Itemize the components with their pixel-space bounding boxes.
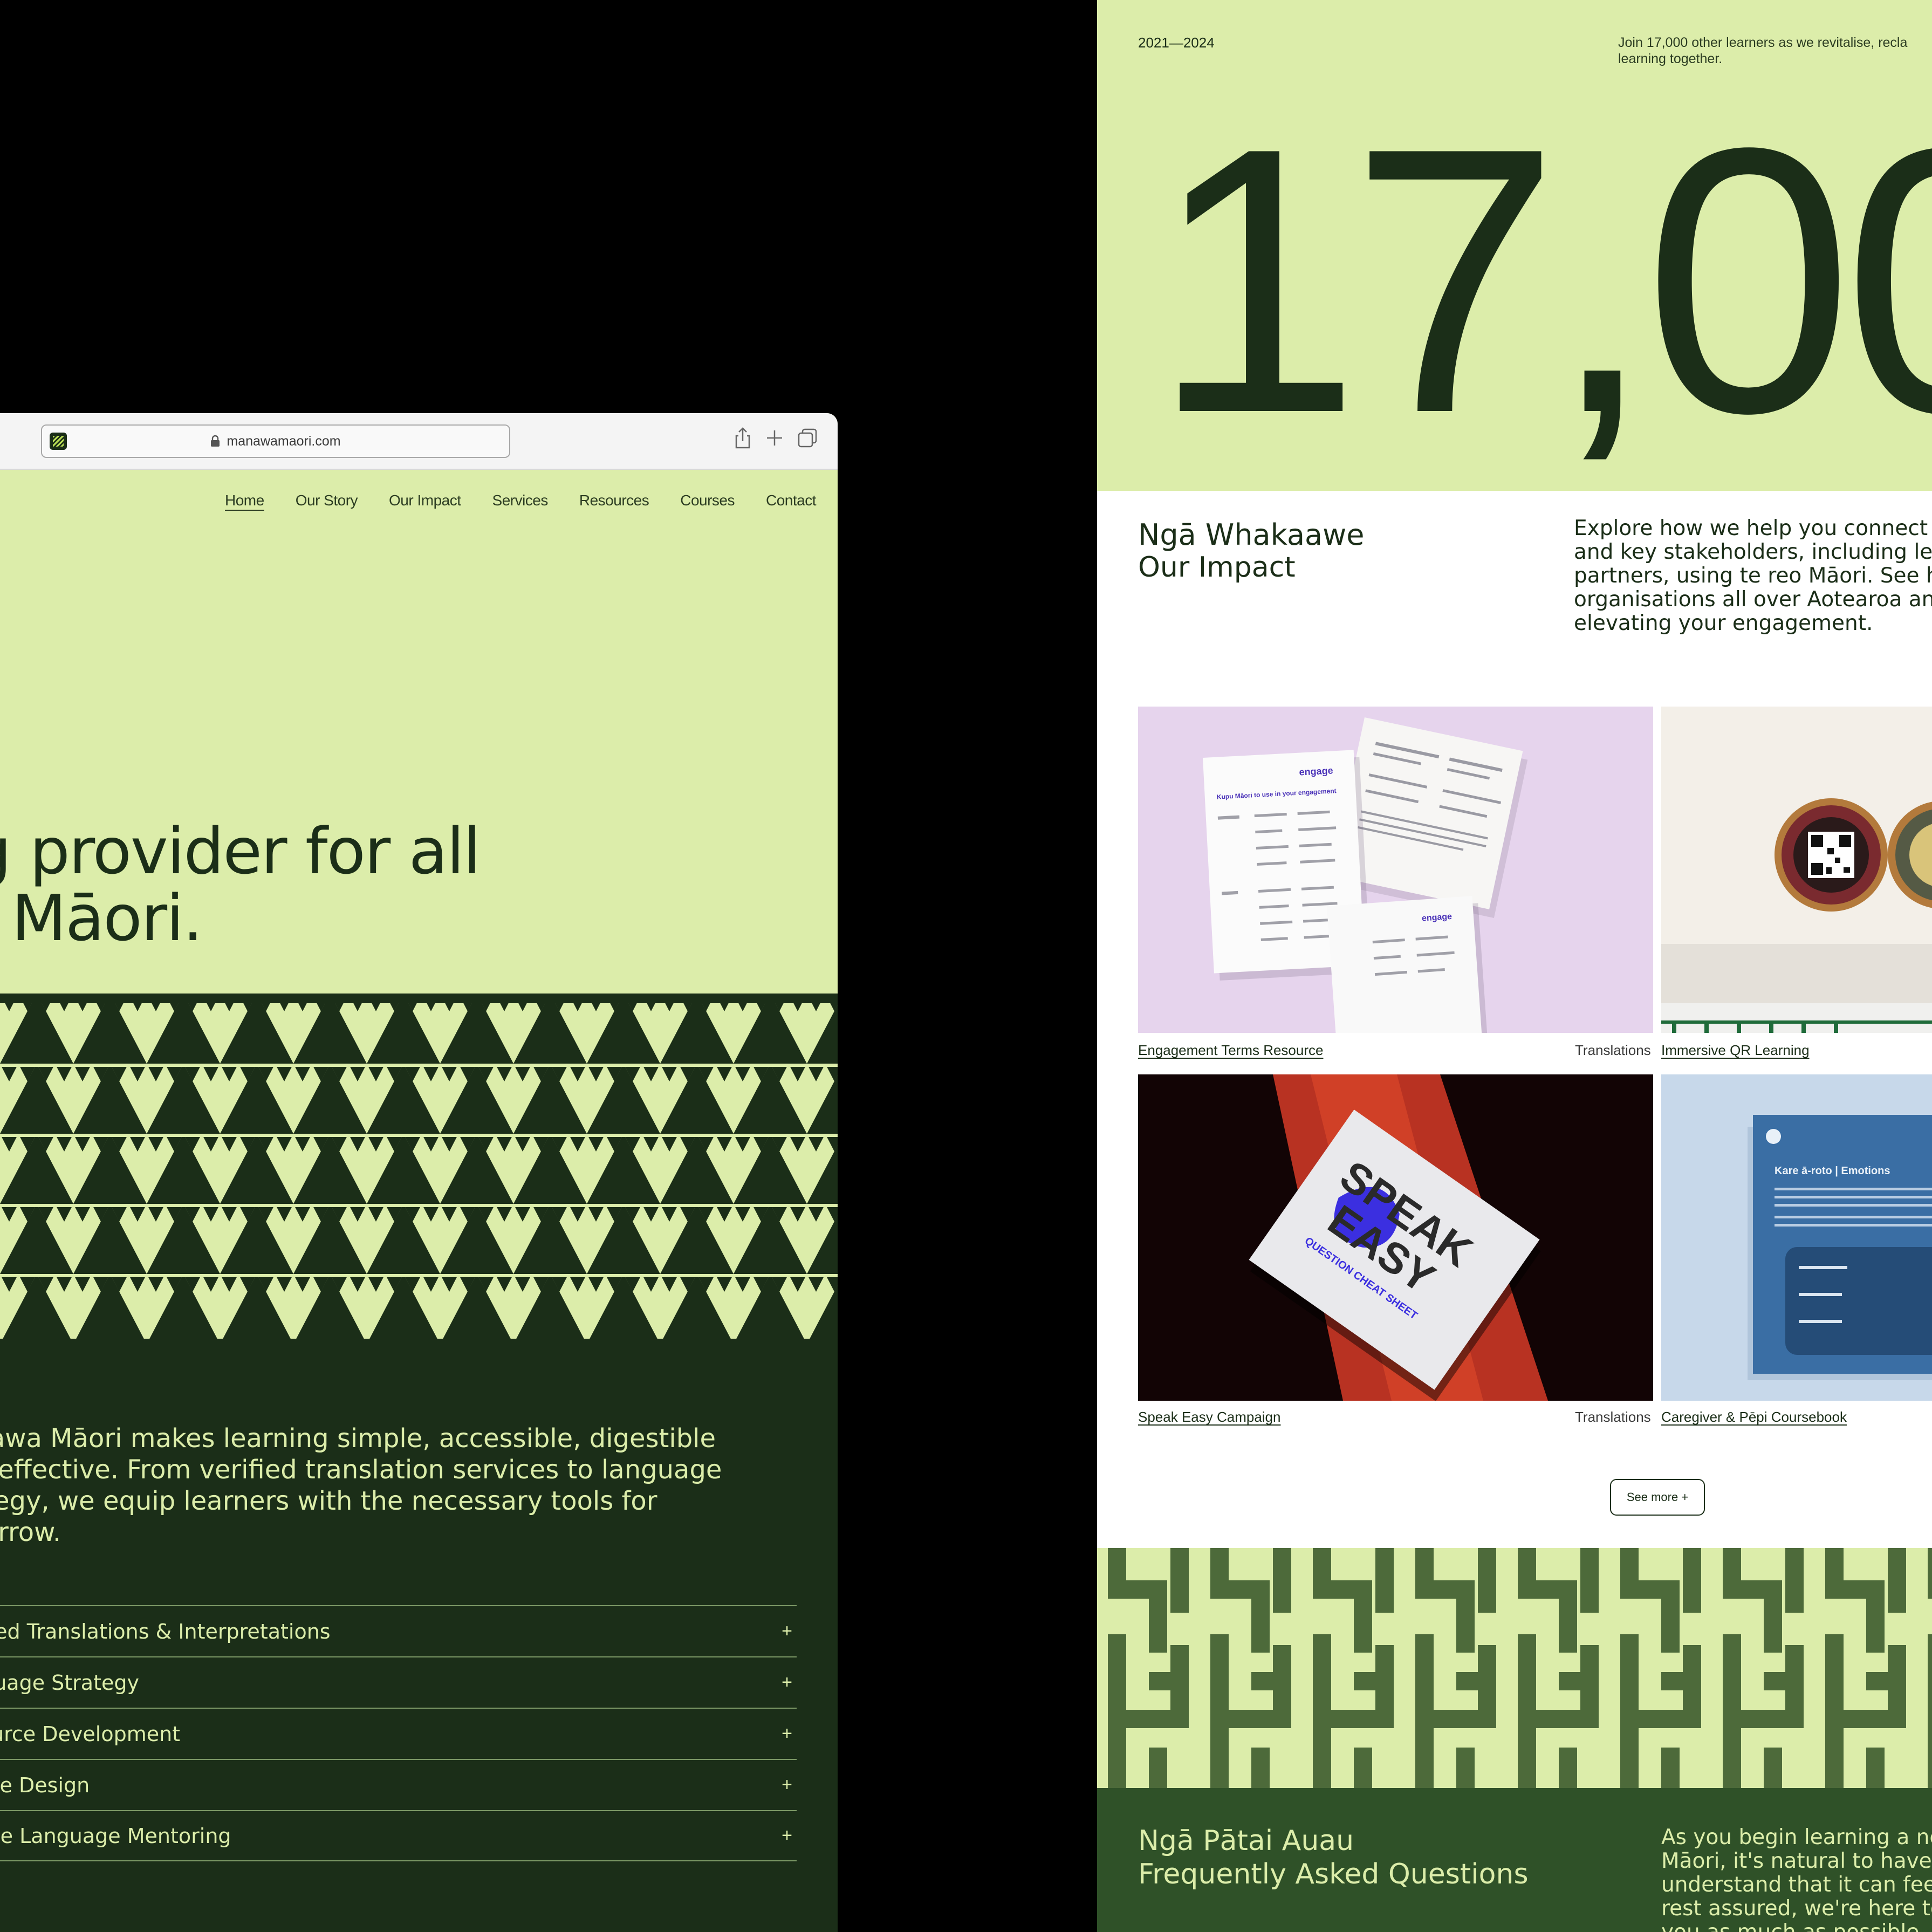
card-image-engagement-terms[interactable]: engage Kupu Māori to use in your engagem… <box>1138 707 1653 1033</box>
impact-desc-line: Explore how we help you connect aut <box>1574 516 1932 540</box>
impact-title-maori: Ngā Whakaawe <box>1138 518 1365 552</box>
nav-home[interactable]: Home <box>225 492 264 509</box>
card-title-link[interactable]: Immersive QR Learning <box>1661 1042 1810 1059</box>
year-range: 2021—2024 <box>1138 35 1215 51</box>
lock-icon <box>211 435 220 447</box>
intro-line: nd effective. From verified translation … <box>0 1455 722 1485</box>
service-label: urse Design <box>0 1773 90 1797</box>
see-more-button[interactable]: See more + <box>1610 1479 1705 1516</box>
nav-services[interactable]: Services <box>492 492 549 509</box>
service-label: source Development <box>0 1722 181 1746</box>
faq-desc-line: rest assured, we're here to s <box>1661 1896 1932 1921</box>
intro-line: rategy, we equip learners with the neces… <box>0 1486 657 1516</box>
card-image-speak-easy[interactable]: SPEAK EASY QUESTION CHEAT SHEET <box>1138 1074 1653 1401</box>
service-item-translations[interactable]: rified Translations & Interpretations + <box>0 1605 797 1656</box>
faq-description: As you begin learning a new Māori, it's … <box>1661 1826 1932 1932</box>
stat-blurb-line: Join 17,000 other learners as we revital… <box>1618 35 1908 50</box>
service-label: vate Language Mentoring <box>0 1824 231 1848</box>
coursebook-heading: Kare ā-roto | Emotions <box>1775 1165 1890 1177</box>
nav-our-impact[interactable]: Our Impact <box>389 492 461 509</box>
learner-stat-section: 2021—2024 Join 17,000 other learners as … <box>1097 0 1932 491</box>
tab-overview-icon[interactable] <box>796 426 819 450</box>
intro-line: morrow. <box>0 1517 61 1547</box>
service-label: rified Translations & Interpretations <box>0 1619 331 1643</box>
impact-description: Explore how we help you connect aut and … <box>1574 517 1932 635</box>
document-mockup-image: engage Kupu Māori to use in your engagem… <box>1138 707 1653 1033</box>
hero-line-1: ding provider for all <box>0 814 481 888</box>
address-bar[interactable]: manawamaori.com <box>41 424 510 458</box>
faq-desc-line: Māori, it's natural to have m <box>1661 1849 1932 1873</box>
card-title-link[interactable]: Caregiver & Pēpi Coursebook <box>1661 1409 1847 1426</box>
card-title-link[interactable]: Speak Easy Campaign <box>1138 1409 1280 1426</box>
plus-icon[interactable]: + <box>782 1825 797 1846</box>
share-icon[interactable] <box>731 426 755 450</box>
service-item-private-mentoring[interactable]: vate Language Mentoring + <box>0 1810 797 1861</box>
impact-desc-line: organisations all over Aotearoa and fi <box>1574 587 1932 612</box>
service-label: nguage Strategy <box>0 1670 139 1695</box>
nav-our-story[interactable]: Our Story <box>296 492 358 509</box>
service-item-course-design[interactable]: urse Design + <box>0 1759 797 1810</box>
url-text: manawamaori.com <box>227 433 341 449</box>
card-category: Translations <box>1575 1042 1651 1058</box>
browser-window: manawamaori.com Home Our Story Our Impac… <box>0 413 838 1932</box>
faq-desc-line: As you begin learning a new <box>1661 1825 1932 1849</box>
browser-toolbar: manawamaori.com <box>0 413 838 470</box>
faq-title-english: Frequently Asked Questions <box>1138 1858 1529 1890</box>
hero-headline: ding provider for all eo Māori. <box>0 818 739 951</box>
coursebook-photo: Kare ā-roto | Emotions <box>1661 1074 1932 1401</box>
impact-title-english: Our Impact <box>1138 551 1296 584</box>
services-accordion: rified Translations & Interpretations + … <box>0 1605 797 1861</box>
service-item-language-strategy[interactable]: nguage Strategy + <box>0 1656 797 1708</box>
stat-blurb-line: learning together. <box>1618 51 1723 66</box>
speak-easy-booklet-photo: SPEAK EASY QUESTION CHEAT SHEET <box>1138 1074 1653 1401</box>
triangle-pattern-band <box>0 994 838 1349</box>
stat-blurb: Join 17,000 other learners as we revital… <box>1618 35 1932 67</box>
maze-pattern-band <box>1097 1548 1932 1788</box>
card-image-coursebook[interactable]: Kare ā-roto | Emotions <box>1661 1074 1932 1401</box>
plus-icon[interactable]: + <box>782 1723 797 1744</box>
plus-icon[interactable]: + <box>782 1621 797 1642</box>
impact-desc-line: partners, using te reo Māori. See how <box>1574 564 1932 588</box>
faq-desc-line: you as much as possible. <box>1661 1921 1932 1932</box>
plus-icon[interactable]: + <box>782 1775 797 1796</box>
hero-line-2: eo Māori. <box>0 881 203 955</box>
faq-desc-line: understand that it can feel li <box>1661 1873 1932 1897</box>
impact-desc-line: elevating your engagement. <box>1574 611 1873 635</box>
nav-contact[interactable]: Contact <box>766 492 817 509</box>
impact-desc-line: and key stakeholders, including learn <box>1574 540 1932 564</box>
card-image-qr-learning[interactable] <box>1661 707 1932 1033</box>
card-category: Translations <box>1575 1409 1651 1425</box>
nav-courses[interactable]: Courses <box>680 492 735 509</box>
impact-section: Ngā Whakaawe Our Impact Explore how we h… <box>1097 491 1932 1548</box>
intro-line: anawa Māori makes learning simple, acces… <box>0 1423 716 1454</box>
nav-resources[interactable]: Resources <box>579 492 649 509</box>
new-tab-icon[interactable] <box>763 426 786 450</box>
service-item-resource-development[interactable]: source Development + <box>0 1708 797 1759</box>
faq-section: Ngā Pātai Auau Frequently Asked Question… <box>1097 1788 1932 1932</box>
plus-icon[interactable]: + <box>782 1672 797 1693</box>
intro-paragraph: anawa Māori makes learning simple, acces… <box>0 1423 766 1548</box>
engage-brand-text: engage <box>1299 765 1333 777</box>
impact-page-preview: 2021—2024 Join 17,000 other learners as … <box>1097 0 1932 1932</box>
qr-disc-photo <box>1661 707 1932 1033</box>
site-navigation: Home Our Story Our Impact Services Resou… <box>225 492 816 509</box>
learner-count: 17,00 <box>1151 70 1932 491</box>
card-title-link[interactable]: Engagement Terms Resource <box>1138 1042 1323 1059</box>
faq-title-maori: Ngā Pātai Auau <box>1138 1825 1354 1857</box>
